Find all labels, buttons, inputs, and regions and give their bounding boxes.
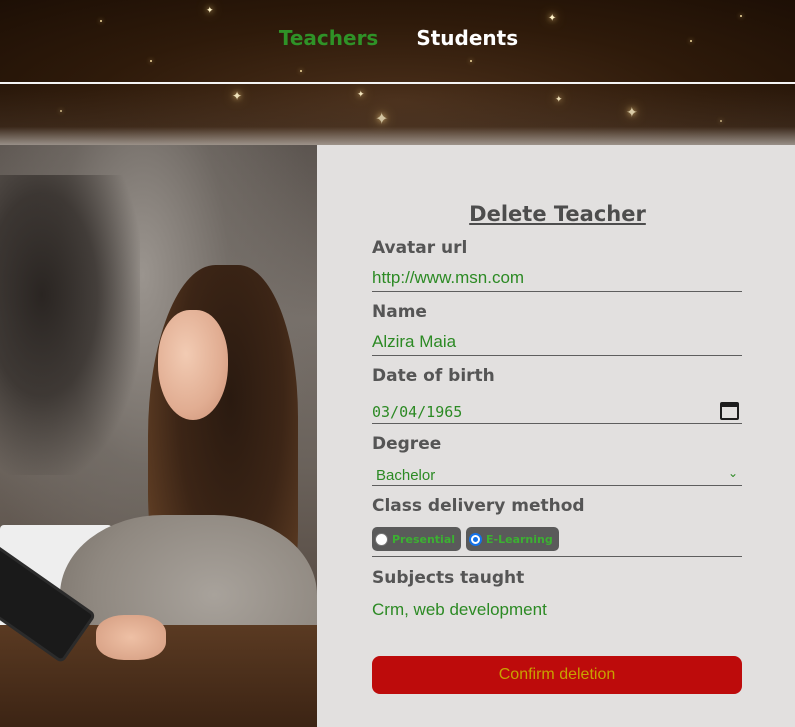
subjects-taught-label: Subjects taught	[372, 568, 525, 588]
name-field[interactable]: Alzira Maia	[372, 330, 742, 356]
sparkle-dot	[150, 60, 152, 62]
date-of-birth-value: 03/04/1965	[372, 403, 463, 421]
radio-presential[interactable]: Presential	[372, 527, 462, 551]
form-title: Delete Teacher	[469, 202, 646, 226]
class-delivery-radio-group: Presential E-Learning	[372, 527, 742, 557]
avatar-url-label: Avatar url	[372, 238, 468, 258]
sparkle-dot	[100, 20, 102, 22]
radio-presential-label: Presential	[392, 532, 456, 546]
date-of-birth-label: Date of birth	[372, 366, 495, 386]
sparkle-dot	[470, 60, 472, 62]
name-label: Name	[372, 302, 427, 322]
subjects-taught-value: Crm, web development	[372, 600, 547, 619]
chevron-down-icon: ⌄	[727, 466, 738, 480]
delete-teacher-form: Delete Teacher Avatar url http://www.msn…	[317, 145, 795, 727]
avatar-url-field[interactable]: http://www.msn.com	[372, 266, 742, 292]
confirm-deletion-button[interactable]: Confirm deletion	[372, 656, 742, 694]
radio-e-learning[interactable]: E-Learning	[466, 527, 559, 551]
header-fade	[0, 84, 795, 145]
radio-e-learning-label: E-Learning	[486, 532, 553, 546]
degree-label: Degree	[372, 434, 442, 454]
sparkle-dot	[740, 15, 742, 17]
nav-students-link[interactable]: Students	[416, 26, 518, 50]
degree-selected-value: Bachelor	[376, 467, 436, 484]
sparkle-decoration: ✦	[206, 5, 214, 15]
sparkle-dot	[300, 70, 302, 72]
main-nav: Teachers Students	[0, 26, 795, 50]
class-delivery-label: Class delivery method	[372, 496, 585, 516]
header-banner: ✦ ✦ ✦ ✦ ✦ ✦ ✦ Teachers Students	[0, 0, 795, 145]
radio-button-unchecked[interactable]	[375, 532, 388, 546]
degree-select[interactable]: Bachelor ⌄	[372, 466, 742, 486]
sparkle-decoration: ✦	[548, 13, 557, 24]
nav-teachers-link[interactable]: Teachers	[279, 26, 378, 50]
calendar-icon[interactable]	[720, 402, 739, 420]
date-of-birth-field[interactable]: 03/04/1965	[372, 398, 742, 424]
radio-button-checked[interactable]	[469, 532, 483, 546]
teacher-photo	[0, 145, 317, 727]
